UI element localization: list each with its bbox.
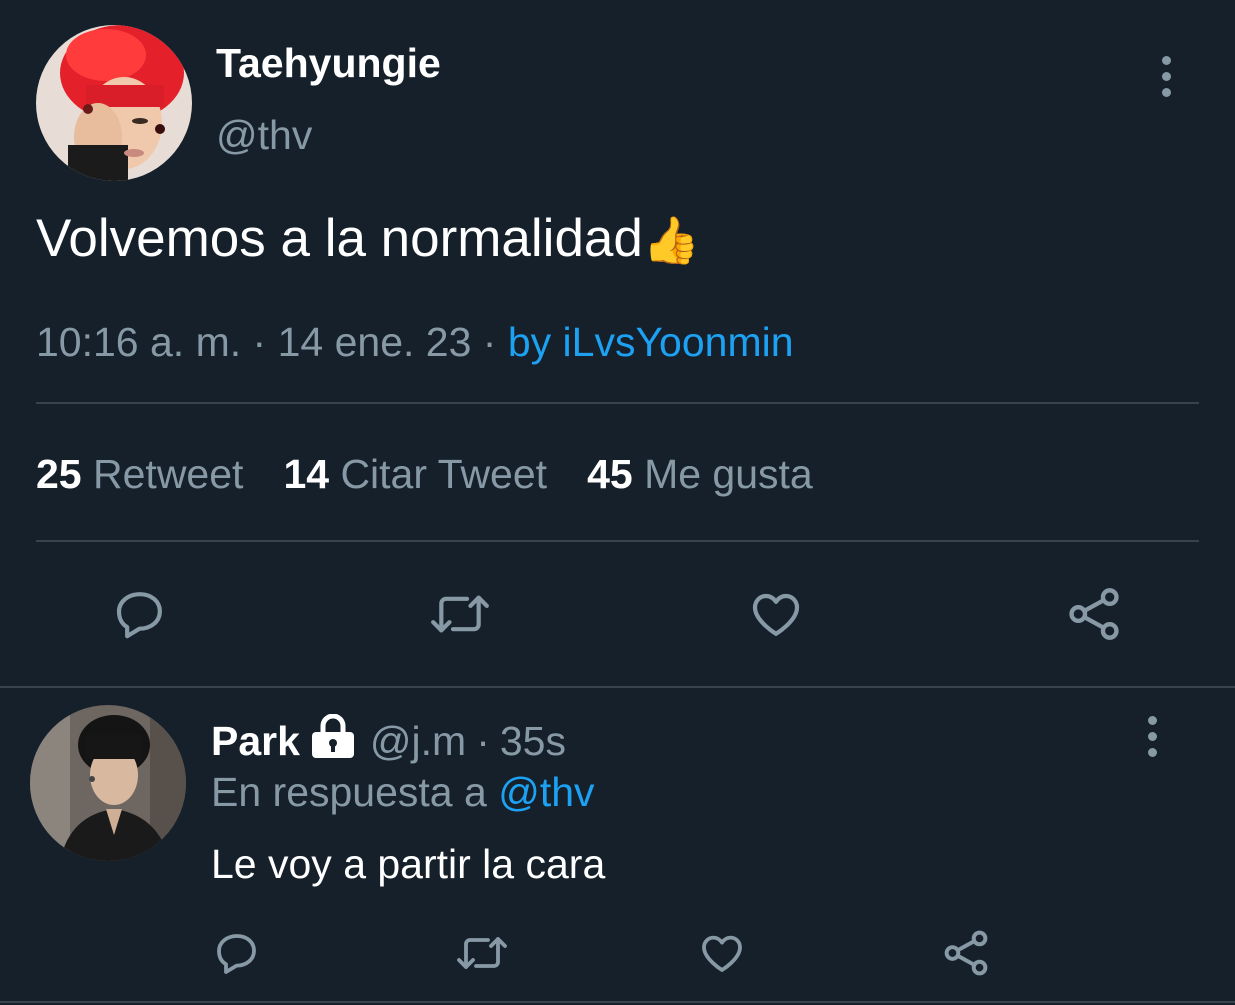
retweet-stat[interactable]: 25 Retweet bbox=[36, 450, 243, 498]
reply-icon bbox=[116, 592, 162, 639]
retweet-count: 25 bbox=[36, 451, 82, 497]
reply-icon bbox=[217, 934, 256, 974]
lock-icon bbox=[310, 713, 356, 768]
divider bbox=[0, 686, 1235, 688]
like-button[interactable] bbox=[746, 584, 806, 644]
reply-text: Le voy a partir la cara bbox=[211, 841, 606, 887]
tweet-source-link[interactable]: by iLvsYoonmin bbox=[508, 319, 794, 365]
reply-retweet-button[interactable] bbox=[454, 926, 510, 980]
heart-icon bbox=[702, 935, 742, 972]
heart-icon bbox=[752, 593, 800, 636]
like-stat[interactable]: 45 Me gusta bbox=[587, 450, 813, 498]
reply-like-button[interactable] bbox=[696, 926, 748, 980]
tweet-meta-separator: · bbox=[252, 319, 267, 365]
reply-author-name[interactable]: Park bbox=[211, 717, 300, 765]
tweet-author-handle[interactable]: @thv bbox=[216, 112, 312, 158]
tweet-stats: 25 Retweet 14 Citar Tweet 45 Me gusta bbox=[36, 450, 813, 498]
retweet-button[interactable] bbox=[428, 584, 492, 644]
divider bbox=[0, 1001, 1235, 1003]
reply-context: En respuesta a @thv bbox=[211, 768, 595, 816]
share-icon bbox=[944, 930, 988, 976]
share-button[interactable] bbox=[1064, 584, 1124, 644]
reply-button[interactable] bbox=[110, 584, 170, 644]
retweet-icon bbox=[457, 937, 507, 969]
reply-context-label: En respuesta a bbox=[211, 769, 487, 815]
divider bbox=[36, 540, 1199, 542]
tweet-meta-separator: · bbox=[482, 319, 497, 365]
reply-to-handle-link[interactable]: @thv bbox=[498, 769, 594, 815]
tweet-meta: 10:16 a. m. · 14 ene. 23 · by iLvsYoonmi… bbox=[36, 318, 794, 366]
like-count: 45 bbox=[587, 451, 633, 497]
reply-separator: · bbox=[476, 718, 490, 764]
reply-author-handle[interactable]: @j.m bbox=[370, 717, 466, 765]
reply-more-icon[interactable] bbox=[1148, 716, 1157, 757]
retweet-icon bbox=[431, 595, 489, 633]
tweet-author-avatar[interactable] bbox=[36, 25, 192, 181]
quote-stat[interactable]: 14 Citar Tweet bbox=[283, 450, 547, 498]
reply-reply-button[interactable] bbox=[212, 926, 262, 980]
divider bbox=[36, 402, 1199, 404]
share-icon bbox=[1069, 588, 1119, 640]
reply-header: Park @j.m · 35s bbox=[211, 713, 566, 768]
thumbs-up-icon: 👍 bbox=[642, 214, 701, 266]
quote-count: 14 bbox=[283, 451, 330, 497]
retweet-label: Retweet bbox=[93, 451, 244, 497]
tweet-text-body: Volvemos a la normalidad bbox=[36, 209, 643, 268]
quote-label: Citar Tweet bbox=[340, 451, 548, 497]
tweet-more-icon[interactable] bbox=[1162, 56, 1171, 97]
tweet-author-name[interactable]: Taehyungie bbox=[216, 40, 441, 86]
tweet-text: Volvemos a la normalidad👍 bbox=[36, 208, 700, 271]
tweet-time: 10:16 a. m. bbox=[36, 319, 242, 365]
reply-share-button[interactable] bbox=[940, 926, 992, 980]
like-label: Me gusta bbox=[644, 451, 813, 497]
reply-time: 35s bbox=[499, 718, 566, 764]
reply-author-avatar[interactable] bbox=[30, 705, 186, 861]
tweet-date: 14 ene. 23 bbox=[277, 319, 472, 365]
